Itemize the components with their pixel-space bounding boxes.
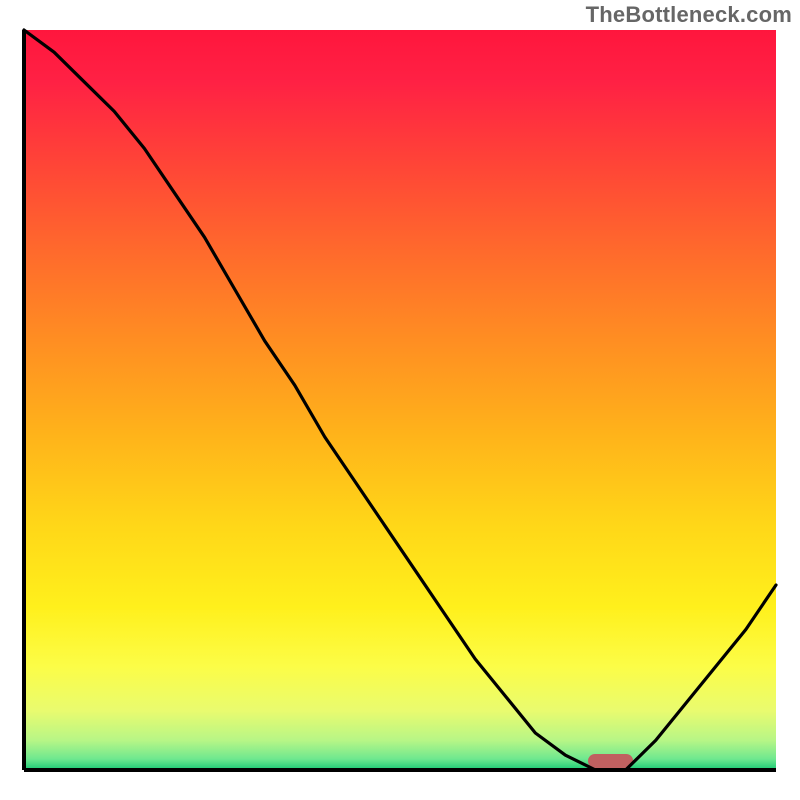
chart-container: TheBottleneck.com <box>0 0 800 800</box>
bottleneck-chart <box>0 0 800 800</box>
